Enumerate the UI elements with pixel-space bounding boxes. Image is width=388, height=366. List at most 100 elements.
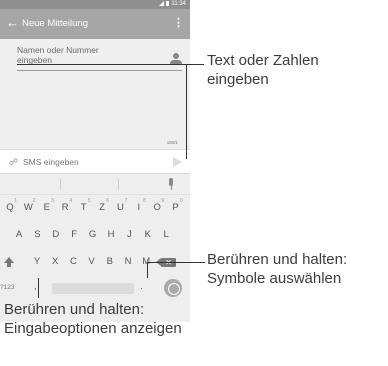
key-label: H — [107, 229, 115, 240]
key-t[interactable]: T5 — [76, 196, 92, 220]
key-label: I — [137, 202, 141, 213]
key-label: R — [61, 202, 69, 213]
key-k[interactable]: K — [140, 223, 156, 247]
key-r[interactable]: R4 — [57, 196, 73, 220]
key-hint: 6 — [106, 198, 109, 204]
symbols-key[interactable]: ?123 — [0, 276, 18, 300]
key-label: D — [52, 229, 60, 240]
key-b[interactable]: B — [102, 250, 118, 274]
key-label: J — [127, 229, 132, 240]
microphone-icon-capsule — [169, 178, 173, 186]
battery-icon — [166, 1, 170, 6]
key-hint: 3 — [51, 198, 54, 204]
key-o[interactable]: O9 — [149, 196, 165, 220]
status-time: 11:34 — [171, 1, 186, 7]
callout-input-options: Berühren und halten: Eingabeoptionen anz… — [4, 300, 182, 338]
suggestion-strip — [0, 174, 190, 195]
key-i[interactable]: I8 — [131, 196, 147, 220]
key-v[interactable]: V — [84, 250, 100, 274]
key-n[interactable]: N — [120, 250, 136, 274]
key-u[interactable]: U7 — [112, 196, 128, 220]
recipient-area: Namen oder Nummer eingeben — [0, 39, 190, 149]
key-label: W — [23, 202, 33, 213]
space-key[interactable] — [52, 283, 134, 294]
callout-text-input: Text oder Zahlen eingeben — [207, 51, 319, 89]
suggestion-divider — [118, 179, 119, 190]
key-l[interactable]: L — [158, 223, 174, 247]
page-title: Neue Mitteilung — [22, 18, 89, 29]
callout-text-input-line2: eingeben — [207, 71, 269, 88]
key-label: Q — [6, 202, 14, 213]
shift-key[interactable] — [4, 257, 14, 269]
key-label: O — [153, 202, 161, 213]
recipient-input[interactable]: Namen oder Nummer eingeben — [17, 45, 167, 65]
key-label: N — [124, 256, 132, 267]
key-hint: 8 — [143, 198, 146, 204]
message-input[interactable]: SMS eingeben — [23, 157, 79, 167]
suggestion-divider — [60, 179, 61, 190]
key-hint: 7 — [124, 198, 128, 204]
callout-text-input-line1: Text oder Zahlen — [207, 52, 319, 69]
key-y[interactable]: Y — [29, 250, 45, 274]
microphone-icon[interactable] — [168, 178, 174, 191]
char-counter: 160/1 — [166, 140, 178, 145]
callout-input-options-line1: Berühren und halten: — [4, 301, 145, 318]
key-label: B — [106, 256, 113, 267]
recipient-underline — [17, 70, 182, 71]
key-z[interactable]: Z6 — [94, 196, 110, 220]
key-h[interactable]: H — [103, 223, 119, 247]
keyboard-row-1: Q1W2E3R4T5Z6U7I8O9P0 — [0, 196, 190, 220]
key-q[interactable]: Q1 — [2, 196, 18, 220]
emoji-icon[interactable] — [164, 279, 182, 297]
callout-leader-symbols-horizontal — [147, 262, 205, 263]
status-bar: 11:34 — [0, 0, 190, 9]
key-j[interactable]: J — [121, 223, 137, 247]
signal-icon — [159, 1, 165, 6]
key-label: S — [34, 229, 41, 240]
key-p[interactable]: P0 — [168, 196, 184, 220]
message-compose-bar: 160/1 ☍ SMS eingeben — [0, 140, 190, 173]
key-c[interactable]: C — [65, 250, 81, 274]
paperclip-icon[interactable]: ☍ — [9, 158, 18, 167]
key-hint: 1 — [14, 198, 17, 204]
key-g[interactable]: G — [85, 223, 101, 247]
key-d[interactable]: D — [48, 223, 64, 247]
callout-symbols: Berühren und halten: Symbole auswählen — [207, 250, 347, 288]
key-f[interactable]: F — [66, 223, 82, 247]
key-s[interactable]: S — [29, 223, 45, 247]
key-w[interactable]: W2 — [20, 196, 36, 220]
key-label: V — [88, 256, 95, 267]
more-options-icon[interactable]: ⋮ — [173, 16, 184, 30]
callout-leader-text-horizontal — [17, 64, 187, 65]
callout-symbols-line1: Berühren und halten: — [207, 251, 348, 268]
period-key[interactable]: . — [140, 276, 148, 300]
callout-symbols-line2: Symbole auswählen — [207, 270, 342, 287]
keyboard-row-4: ?123 , . — [0, 276, 190, 300]
keyboard-row-2: ASDFGH J K L — [0, 223, 190, 247]
key-label: C — [69, 256, 77, 267]
callout-leader-text-to-label — [186, 64, 204, 65]
key-label: Z — [99, 202, 105, 213]
key-label: X — [52, 256, 59, 267]
comma-key[interactable]: , — [34, 276, 44, 300]
key-label: L — [163, 229, 169, 240]
key-a[interactable]: A — [11, 223, 27, 247]
key-label: G — [88, 229, 97, 240]
key-hint: 5 — [87, 198, 91, 204]
phone-screen: 11:34 ← Neue Mitteilung ⋮ Namen oder Num… — [0, 0, 190, 322]
key-label: E — [43, 202, 50, 213]
back-arrow-icon[interactable]: ← — [6, 15, 19, 31]
callout-leader-text-vertical — [186, 64, 187, 159]
key-label: T — [80, 202, 87, 213]
person-icon-head — [173, 53, 179, 59]
key-label: U — [116, 202, 124, 213]
key-hint: 0 — [179, 198, 183, 204]
key-hint: 2 — [32, 198, 36, 204]
microphone-icon-stem — [170, 186, 172, 190]
callout-leader-options-vertical — [38, 278, 39, 298]
key-e[interactable]: E3 — [39, 196, 55, 220]
key-x[interactable]: X — [47, 250, 63, 274]
key-hint: 4 — [69, 198, 73, 204]
send-icon[interactable] — [173, 157, 182, 167]
key-label: K — [144, 229, 151, 240]
